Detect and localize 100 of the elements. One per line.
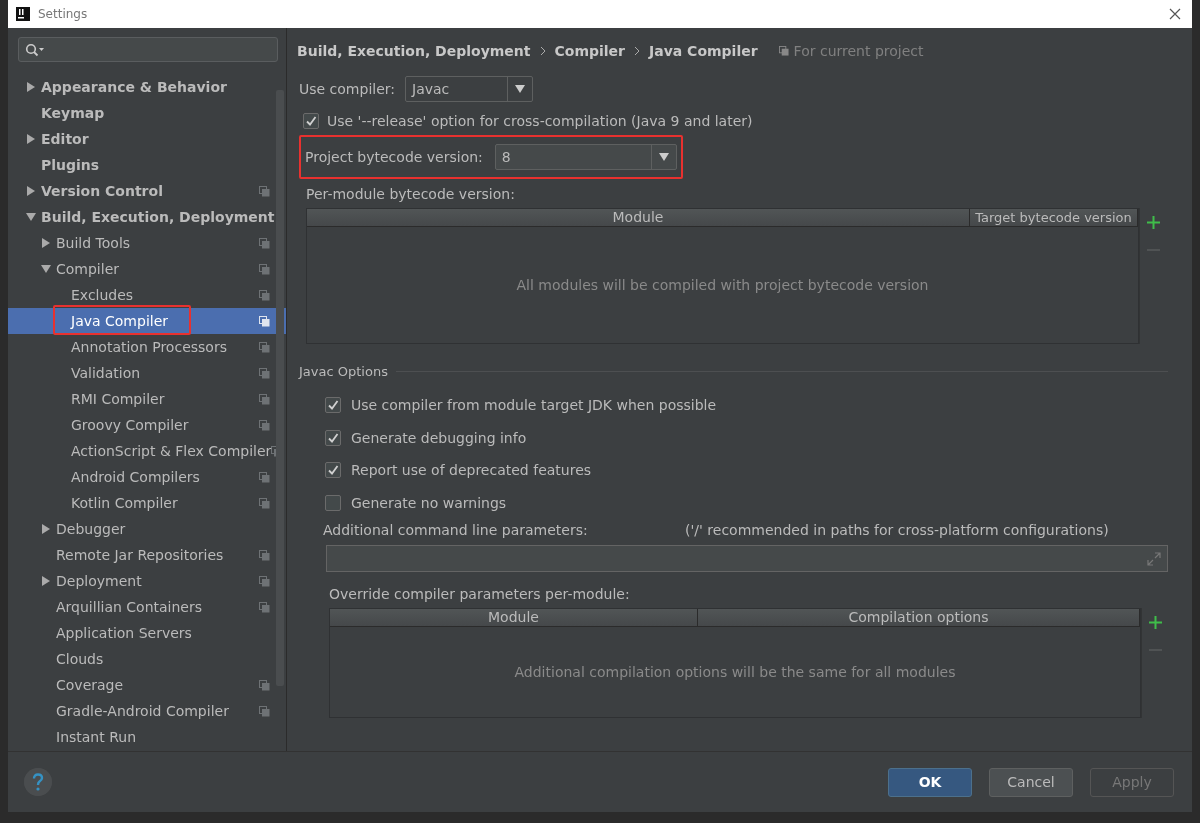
checkbox[interactable] [303, 113, 319, 129]
collapsed-arrow-icon[interactable] [26, 82, 36, 92]
collapsed-arrow-icon[interactable] [26, 186, 36, 196]
tree-item[interactable]: Annotation Processors [8, 334, 286, 360]
add-icon[interactable] [1148, 616, 1162, 629]
tree-item[interactable]: Android Compilers [8, 464, 286, 490]
tree-item[interactable]: Gradle-Android Compiler [8, 698, 286, 724]
tree-item-label: Coverage [56, 677, 124, 693]
checkbox-label: Generate debugging info [351, 429, 527, 446]
tree-item-label: Build, Execution, Deployment [41, 209, 275, 225]
section-label: Per-module bytecode version: [306, 186, 516, 202]
tree-item-label: Build Tools [56, 235, 131, 251]
tree-item[interactable]: RMI Compiler [8, 386, 286, 412]
scrollbar[interactable] [276, 90, 284, 686]
tree-item[interactable]: Build, Execution, Deployment [8, 204, 286, 230]
tree-item[interactable]: Appearance & Behavior [8, 74, 286, 100]
project-scope-icon [778, 46, 789, 56]
tree-item[interactable]: Deployment [8, 568, 286, 594]
tree-item-label: RMI Compiler [71, 391, 165, 407]
tree-item[interactable]: Keymap [8, 100, 286, 126]
tree-item-label: Plugins [41, 157, 100, 173]
tree-item[interactable]: Version Control [8, 178, 286, 204]
tree-item-label: Keymap [41, 105, 105, 121]
field-label: Additional command line parameters: [323, 522, 589, 538]
checkbox-label: Generate no warnings [351, 494, 507, 511]
tree-item-label: Instant Run [56, 729, 137, 745]
field-label: Use compiler: [299, 81, 395, 97]
tree-item-label: Excludes [71, 287, 134, 303]
collapsed-arrow-icon[interactable] [26, 134, 36, 144]
tree-item-label: Debugger [56, 521, 126, 537]
tree-item[interactable]: Debugger [8, 516, 286, 542]
tree-item[interactable]: Instant Run [8, 724, 286, 750]
tree-item-label: Editor [41, 131, 89, 147]
column-header[interactable]: Module [307, 209, 970, 226]
breadcrumb-item: Java Compiler [649, 43, 758, 59]
column-header[interactable]: Module [330, 609, 698, 626]
field-label: Project bytecode version: [305, 149, 483, 165]
tree-item[interactable]: Plugins [8, 152, 286, 178]
close-icon[interactable] [1168, 7, 1182, 21]
tree-item-label: Clouds [56, 651, 104, 667]
dropdown-arrow-icon [658, 153, 669, 161]
tree-item[interactable]: Kotlin Compiler [8, 490, 286, 516]
tree-item-label: Remote Jar Repositories [56, 547, 224, 563]
tree-item[interactable]: Arquillian Containers [8, 594, 286, 620]
tree-item-label: Android Compilers [71, 469, 200, 485]
tree-item[interactable]: Compiler [8, 256, 286, 282]
tree-item-label: Java Compiler [71, 313, 169, 329]
chevron-icon [539, 46, 546, 56]
tree-item-label: Arquillian Containers [56, 599, 202, 615]
tree-item[interactable]: Editor [8, 126, 286, 152]
tree-item[interactable]: Remote Jar Repositories [8, 542, 286, 568]
expanded-arrow-icon[interactable] [41, 264, 51, 274]
tree-item[interactable]: Application Servers [8, 620, 286, 646]
collapsed-arrow-icon[interactable] [41, 238, 51, 248]
hint-text: ('/' recommended in paths for cross-platform configurations) [685, 522, 1109, 538]
tree-item-label: Version Control [41, 183, 163, 199]
tree-item-label: Annotation Processors [71, 339, 227, 355]
add-icon[interactable] [1146, 216, 1160, 229]
tree-item[interactable]: Coverage [8, 672, 286, 698]
breadcrumb-item: Compiler [554, 43, 625, 59]
tree-item-label: ActionScript & Flex Compiler [71, 443, 272, 459]
empty-table-message: All modules will be compiled with project bytecode version [516, 277, 929, 293]
search-field[interactable] [18, 37, 278, 62]
parameters-field[interactable] [326, 545, 1168, 572]
checkbox[interactable] [325, 429, 341, 446]
compiler-dropdown[interactable]: Javac [405, 76, 533, 102]
tree-item[interactable]: Clouds [8, 646, 286, 672]
scope-label: For current project [793, 43, 924, 59]
bytecode-version-dropdown[interactable]: 8 [494, 144, 677, 170]
checkbox[interactable] [325, 494, 341, 511]
expanded-arrow-icon[interactable] [26, 212, 36, 222]
tree-item-label: Deployment [56, 573, 142, 589]
tree-item-label: Appearance & Behavior [41, 79, 227, 95]
tree-item[interactable]: Validation [8, 360, 286, 386]
checkbox-label: Use compiler from module target JDK when possible [351, 397, 717, 414]
tree-item[interactable]: Excludes [8, 282, 286, 308]
group-title: Javac Options [299, 364, 388, 379]
dropdown-arrow-icon [515, 85, 525, 93]
search-icon [25, 42, 45, 57]
column-header[interactable]: Target bytecode version [970, 209, 1138, 226]
dialog-button[interactable]: OK [888, 767, 972, 797]
tree-item[interactable]: Groovy Compiler [8, 412, 286, 438]
collapsed-arrow-icon[interactable] [41, 576, 51, 586]
tree-item-label: Compiler [56, 261, 119, 277]
breadcrumb-item: Build, Execution, Deployment [297, 43, 531, 59]
checkbox[interactable] [325, 462, 341, 479]
section-label: Override compiler parameters per-module: [329, 586, 631, 602]
tree-item-label: Gradle-Android Compiler [56, 703, 229, 719]
tree-item-label: Groovy Compiler [71, 417, 189, 433]
dialog-button[interactable]: Cancel [989, 767, 1073, 797]
window-title: Settings [38, 7, 88, 21]
chevron-icon [634, 46, 640, 56]
checkbox-label: Use '--release' option for cross-compilation (Java 9 and later) [327, 113, 753, 129]
column-header[interactable]: Compilation options [698, 609, 1140, 626]
tree-item-label: Kotlin Compiler [71, 495, 178, 511]
tree-item[interactable]: Build Tools [8, 230, 286, 256]
checkbox[interactable] [325, 397, 341, 414]
collapsed-arrow-icon[interactable] [41, 524, 51, 534]
tree-item-label: Application Servers [56, 625, 192, 641]
tree-item[interactable]: Java Compiler [8, 308, 286, 334]
